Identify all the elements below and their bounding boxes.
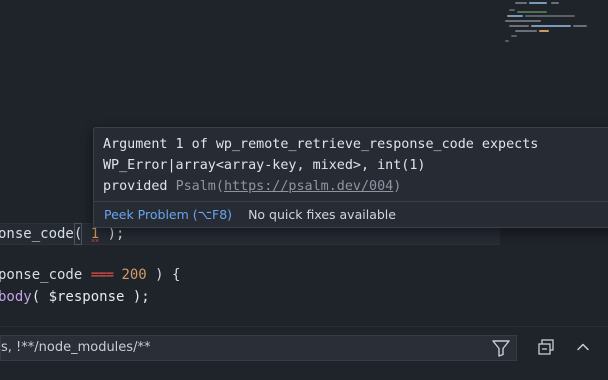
no-quick-fixes-label: No quick fixes available — [248, 207, 396, 222]
error-argument[interactable]: 1 — [90, 226, 100, 242]
code-suffix: ) { — [146, 267, 181, 283]
problems-filter-input[interactable]: s, !**/node_modules/** — [0, 335, 517, 361]
number-literal: 200 — [121, 267, 147, 283]
problem-source-close: ) — [393, 179, 402, 194]
problem-hover-tooltip: Argument 1 of wp_remote_retrieve_respons… — [93, 127, 608, 228]
tooltip-divider — [94, 201, 608, 202]
close-paren: ); — [107, 226, 125, 242]
strict-equality-operator: === — [90, 267, 114, 283]
peek-problem-link[interactable]: Peek Problem (⌥F8) — [104, 207, 232, 222]
collapse-all-icon[interactable] — [536, 337, 556, 357]
code-editor[interactable]: onse_code( 1 ); ponse_code === 200 ) { b… — [0, 0, 608, 326]
chevron-up-icon[interactable] — [573, 337, 593, 357]
filter-icon[interactable] — [490, 337, 512, 359]
problem-source: Psalm( — [175, 179, 224, 194]
function-name-fragment: body — [0, 289, 32, 305]
function-name-fragment: onse_code — [0, 226, 74, 242]
tooltip-actions: Peek Problem (⌥F8) No quick fixes availab… — [104, 205, 396, 225]
code-args: ( $response ); — [31, 289, 150, 305]
minimap[interactable] — [495, 0, 595, 52]
code-line[interactable]: body( $response ); — [0, 286, 150, 308]
code-line[interactable]: ponse_code === 200 ) { — [0, 264, 180, 286]
problems-panel-toolbar: s, !**/node_modules/** — [0, 326, 608, 380]
message-line-3-prefix: provided — [103, 179, 176, 194]
open-paren: ( — [73, 223, 83, 245]
problem-code-link[interactable]: https://psalm.dev/004 — [224, 179, 393, 194]
variable-fragment: ponse_code — [0, 267, 91, 283]
message-line-1: Argument 1 of wp_remote_retrieve_respons… — [103, 137, 539, 152]
message-line-2: WP_Error|array<array-key, mixed>, int(1) — [103, 158, 426, 173]
problem-message: Argument 1 of wp_remote_retrieve_respons… — [103, 134, 538, 197]
